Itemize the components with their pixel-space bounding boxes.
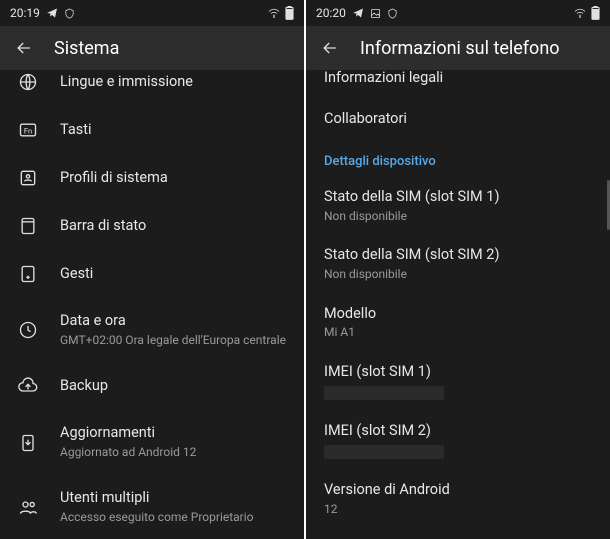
item-gesti[interactable]: Gesti [0, 250, 304, 298]
item-label: IMEI (slot SIM 1) [324, 363, 592, 382]
item-label: Profili di sistema [60, 169, 286, 188]
fn-key-icon: Fn [18, 120, 38, 140]
back-icon[interactable] [14, 38, 34, 58]
status-bar: 20:20 [306, 0, 610, 26]
image-icon [370, 8, 381, 19]
item-label: Gesti [60, 265, 286, 284]
item-label: Backup [60, 377, 286, 396]
wifi-icon [573, 7, 587, 19]
statusbar-icon [18, 216, 38, 236]
clock-icon [18, 320, 38, 340]
item-lingue[interactable]: Lingue e immissione [0, 70, 304, 106]
item-data-ora[interactable]: Data e ora GMT+02:00 Ora legale dell'Eur… [0, 298, 304, 362]
item-versione-android[interactable]: Versione di Android 12 [306, 470, 610, 528]
shield-icon [64, 8, 75, 19]
item-imei2[interactable]: IMEI (slot SIM 2) [306, 411, 610, 470]
imei2-redacted [324, 445, 444, 459]
item-sub: Non disponibile [324, 267, 592, 283]
item-modello[interactable]: Modello Mi A1 [306, 294, 610, 352]
item-label: Lingue e immissione [60, 73, 286, 92]
page-title: Informazioni sul telefono [360, 38, 560, 59]
item-barra-stato[interactable]: Barra di stato [0, 202, 304, 250]
telegram-icon [352, 7, 364, 19]
screen-info-telefono: 20:20 Informazioni sul telefono Informaz… [306, 0, 610, 539]
back-icon[interactable] [320, 38, 340, 58]
item-label: Informazioni legali [324, 70, 592, 88]
page-title: Sistema [54, 38, 119, 59]
section-dettagli: Dettagli dispositivo [306, 140, 610, 177]
item-imei1[interactable]: IMEI (slot SIM 1) [306, 352, 610, 411]
gestures-icon [18, 264, 38, 284]
item-collaboratori[interactable]: Collaboratori [306, 99, 610, 140]
item-label: Barra di stato [60, 217, 286, 236]
item-label: Stato della SIM (slot SIM 2) [324, 246, 592, 265]
item-label: Aggiornamenti [60, 424, 286, 443]
users-icon [18, 497, 38, 517]
item-info-legali[interactable]: Informazioni legali [306, 70, 610, 99]
item-profili[interactable]: Profili di sistema [0, 154, 304, 202]
battery-icon [591, 6, 600, 20]
item-label: Collaboratori [324, 110, 592, 129]
shield-icon [387, 8, 398, 19]
battery-icon [285, 6, 294, 20]
item-label: IMEI (slot SIM 2) [324, 422, 592, 441]
item-label: Versione di Android [324, 481, 592, 500]
settings-list: Lingue e immissione Fn Tasti Profili di … [0, 70, 304, 539]
wifi-icon [267, 7, 281, 19]
item-sub: GMT+02:00 Ora legale dell'Europa central… [60, 333, 286, 349]
item-sub: Non disponibile [324, 209, 592, 225]
screen-sistema: 20:19 Sistema Lingue e immissione Fn Tas… [0, 0, 304, 539]
details-list: Informazioni legali Collaboratori Dettag… [306, 70, 610, 539]
item-aggiornamenti[interactable]: Aggiornamenti Aggiornato ad Android 12 [0, 410, 304, 474]
profiles-icon [18, 168, 38, 188]
item-sim2-stato[interactable]: Stato della SIM (slot SIM 2) Non disponi… [306, 235, 610, 293]
item-label: Stato della SIM (slot SIM 1) [324, 188, 592, 207]
item-label: Modello [324, 305, 592, 324]
cloud-upload-icon [18, 376, 38, 396]
item-backup[interactable]: Backup [0, 362, 304, 410]
item-label: Data e ora [60, 312, 286, 331]
item-utenti[interactable]: Utenti multipli Accesso eseguito come Pr… [0, 475, 304, 539]
item-label: Utenti multipli [60, 489, 286, 508]
app-bar: Sistema [0, 26, 304, 70]
update-icon [18, 433, 38, 453]
item-tasti[interactable]: Fn Tasti [0, 106, 304, 154]
telegram-icon [46, 7, 58, 19]
status-time: 20:20 [316, 6, 346, 20]
item-sub: Mi A1 [324, 325, 592, 341]
app-bar: Informazioni sul telefono [306, 26, 610, 70]
status-time: 20:19 [10, 6, 40, 20]
status-bar: 20:19 [0, 0, 304, 26]
item-sim1-stato[interactable]: Stato della SIM (slot SIM 1) Non disponi… [306, 177, 610, 235]
item-label: Tasti [60, 121, 286, 140]
item-sub: Accesso eseguito come Proprietario [60, 510, 286, 526]
item-sub: Aggiornato ad Android 12 [60, 445, 286, 461]
imei1-redacted [324, 386, 444, 400]
svg-text:Fn: Fn [24, 126, 32, 135]
globe-icon [18, 72, 38, 92]
item-sub: 12 [324, 502, 592, 518]
